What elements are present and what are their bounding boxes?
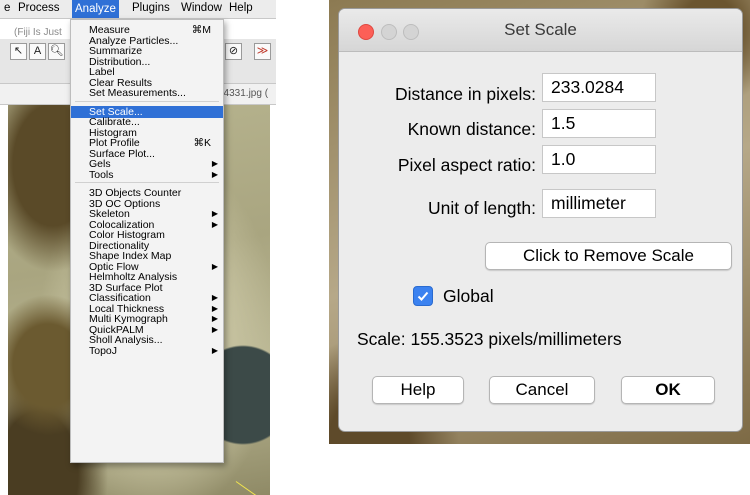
menu-separator <box>75 182 219 183</box>
global-checkbox[interactable] <box>413 286 433 306</box>
analyze-menu-dropdown: Measure ⌘M Analyze Particles... Summarize Di… <box>70 19 224 463</box>
submenu-arrow-icon: ▶ <box>211 345 218 355</box>
menu-item-topoj[interactable]: TopoJ ▶ <box>71 345 223 357</box>
menu-process[interactable]: Process <box>18 2 60 14</box>
image-window-title: 74331.jpg ( <box>218 88 269 99</box>
set-scale-dialog: Set Scale Distance in pixels: Known dist… <box>339 9 742 431</box>
unit-of-length-field[interactable] <box>542 189 656 218</box>
magnifier-tool-icon[interactable]: 🔍︎ <box>48 43 65 60</box>
checkmark-icon <box>417 291 429 301</box>
pixel-aspect-ratio-field[interactable] <box>542 145 656 174</box>
menu-item-tools[interactable]: Tools ▶ <box>71 169 223 181</box>
dialog-title: Set Scale <box>504 20 577 39</box>
help-button[interactable]: Help <box>372 376 464 404</box>
menu-plugins[interactable]: Plugins <box>132 2 170 14</box>
menu-item-label: Set Measurements... <box>89 87 186 99</box>
dialog-titlebar: Set Scale <box>339 9 742 52</box>
cancel-button[interactable]: Cancel <box>489 376 595 404</box>
distance-in-pixels-label: Distance in pixels: <box>394 84 536 104</box>
remove-scale-button[interactable]: Click to Remove Scale <box>485 242 732 270</box>
menu-separator <box>75 100 219 102</box>
menu-edit[interactable]: e <box>4 2 10 14</box>
pointer-tool-icon[interactable]: ↖ <box>10 43 27 60</box>
ok-button[interactable]: OK <box>621 376 715 404</box>
menu-bar: e Process Analyze Plugins Window Help <box>0 0 276 19</box>
text-tool-icon[interactable]: A <box>29 43 46 60</box>
global-label: Global <box>443 286 494 306</box>
known-distance-label: Known distance: <box>407 119 536 139</box>
known-distance-field[interactable] <box>542 109 656 138</box>
fiji-screenshot: e Process Analyze Plugins Window Help (F… <box>0 0 276 495</box>
set-scale-screenshot: Set Scale Distance in pixels: Known dist… <box>329 0 750 444</box>
measurement-line[interactable] <box>235 481 270 495</box>
pixel-aspect-ratio-label: Pixel aspect ratio: <box>397 155 536 175</box>
distance-in-pixels-field[interactable] <box>542 73 656 102</box>
menu-item-set-measurements[interactable]: Set Measurements... <box>71 87 223 99</box>
menu-item-label: Tools <box>89 168 114 181</box>
menu-analyze[interactable]: Analyze <box>72 0 119 18</box>
menu-item-label: TopoJ <box>89 344 118 357</box>
fiji-window-title: (Fiji Is Just <box>14 27 62 38</box>
dropper-tool-icon[interactable]: ⊘ <box>225 43 242 60</box>
submenu-arrow-icon: ▶ <box>211 169 218 179</box>
scale-readout: Scale: 155.3523 pixels/millimeters <box>357 329 622 349</box>
menu-help[interactable]: Help <box>229 2 253 14</box>
menu-window[interactable]: Window <box>181 2 222 14</box>
more-tools-icon[interactable]: ≫ <box>254 43 271 60</box>
unit-of-length-label: Unit of length: <box>428 198 536 218</box>
